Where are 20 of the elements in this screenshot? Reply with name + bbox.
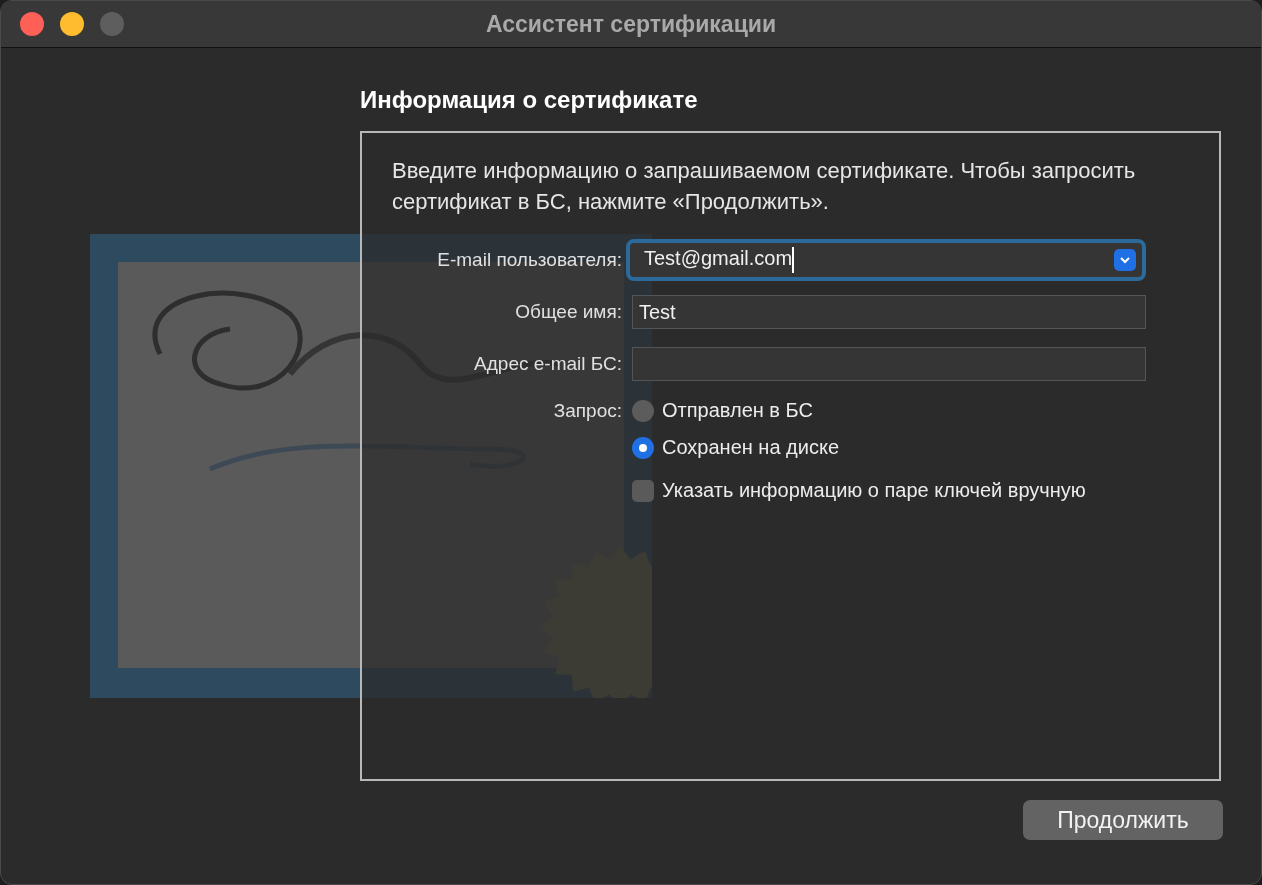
radio-label[interactable]: Отправлен в БС: [662, 399, 813, 422]
radio-button[interactable]: [632, 436, 654, 459]
radio-label[interactable]: Сохранен на диске: [662, 436, 840, 459]
chevron-down-icon[interactable]: [1114, 249, 1136, 271]
field-label: Адрес e-mail БС:: [473, 353, 622, 375]
input-field[interactable]: [632, 347, 1146, 381]
field-label: Запрос:: [552, 400, 622, 422]
minimize-button[interactable]: [60, 12, 84, 36]
checkbox-label[interactable]: Указать информацию о паре ключей вручную: [662, 479, 1086, 502]
close-button[interactable]: [20, 12, 44, 36]
input-field[interactable]: Test: [632, 295, 1146, 329]
section-heading: Информация о сертификате: [360, 86, 699, 114]
checkbox[interactable]: [632, 479, 654, 502]
continue-button[interactable]: Продолжить: [1023, 800, 1223, 840]
field-label: E-mail пользователя:: [436, 249, 622, 271]
window-title: Ассистент сертификации: [485, 10, 777, 38]
field-label: Общее имя:: [514, 301, 622, 323]
intro-text: Введите информацию о запрашиваемом сертификате. Чтобы запросить сертификат в БС, нажмите «Продолжить».: [392, 157, 1137, 216]
radio-button[interactable]: [632, 399, 654, 422]
email-combo-box[interactable]: Test@gmail.com: [626, 239, 1146, 281]
